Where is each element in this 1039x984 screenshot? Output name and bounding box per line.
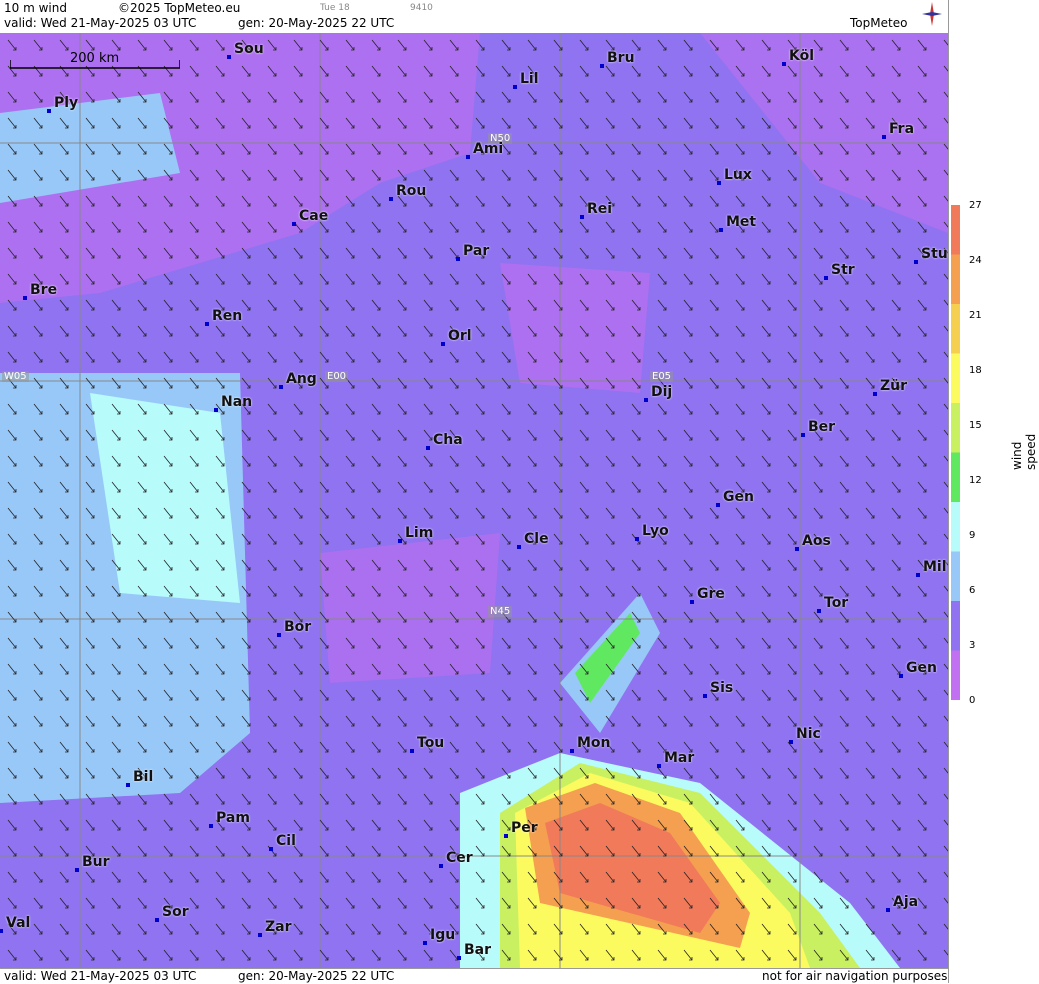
grid-label: W05 xyxy=(2,371,29,382)
city-label: Per xyxy=(504,820,538,838)
city-label: Ply xyxy=(46,95,79,113)
city-label: Fra xyxy=(881,121,915,139)
legend-tick: 6 xyxy=(969,585,976,596)
city-label: Zar xyxy=(258,919,292,937)
city-label: Bar xyxy=(456,942,492,960)
city-label: Ang xyxy=(279,371,317,389)
valid-time: valid: Wed 21-May-2025 03 UTC xyxy=(4,16,197,30)
city-label: Cae xyxy=(291,208,329,226)
city-label: Bur xyxy=(75,854,110,872)
city-label: Aos xyxy=(795,533,831,551)
city-label: Orl xyxy=(441,328,472,346)
grid-label: E05 xyxy=(650,371,674,382)
copyright: ©2025 TopMeteo.eu xyxy=(118,1,241,15)
legend-tick: 18 xyxy=(969,365,982,376)
city-label: Mon xyxy=(570,735,611,753)
legend-tick: 21 xyxy=(969,310,982,321)
city-label: Tou xyxy=(409,735,445,753)
colorbar-segment xyxy=(951,353,960,404)
wind-map[interactable]: 200 km N50 N45 W05 E00 E05 Sou Bru Köl P… xyxy=(0,33,948,968)
city-label: Lux xyxy=(717,167,752,185)
scale-bar: 200 km xyxy=(9,51,181,69)
city-label: Rou xyxy=(388,183,427,201)
city-label: Köl xyxy=(781,48,815,66)
city-label: Val xyxy=(0,915,31,933)
small-code: 9410 xyxy=(410,3,433,13)
city-label: Cer xyxy=(439,850,473,868)
city-label: Gen xyxy=(899,660,937,678)
city-label: Str xyxy=(824,262,855,280)
footer-valid: valid: Wed 21-May-2025 03 UTC xyxy=(4,969,197,983)
field-title: 10 m wind xyxy=(4,1,67,15)
city-label: Met xyxy=(718,214,757,232)
city-label: Zür xyxy=(872,378,908,396)
colorbar-segment xyxy=(951,452,960,503)
footer-gen: gen: 20-May-2025 22 UTC xyxy=(238,969,395,983)
legend-tick: 12 xyxy=(969,475,982,486)
city-label: Cil xyxy=(269,833,296,851)
colorbar-segment xyxy=(951,304,960,354)
city-label: Cha xyxy=(426,432,463,450)
colorbar-segment xyxy=(951,601,960,651)
city-label: Sor xyxy=(155,904,189,922)
colorbar-segment xyxy=(951,502,960,552)
city-label: Nic xyxy=(789,726,821,744)
legend-tick: 27 xyxy=(969,200,982,211)
header-bar: 10 m wind ©2025 TopMeteo.eu Tue 18 9410 … xyxy=(0,0,948,34)
city-label: Rei xyxy=(579,201,613,219)
city-label: Lil xyxy=(513,71,539,89)
city-label: Aja xyxy=(885,894,919,912)
city-label: Bil xyxy=(125,769,154,787)
colorbar-segment xyxy=(951,650,960,701)
city-label: Bre xyxy=(22,282,58,300)
footer-bar: valid: Wed 21-May-2025 03 UTC gen: 20-Ma… xyxy=(0,968,948,984)
colorbar-segment xyxy=(951,403,960,453)
city-label: Mar xyxy=(656,750,695,768)
colorbar-segment xyxy=(951,254,960,305)
city-label: Nan xyxy=(213,394,253,412)
colorbar xyxy=(951,205,960,701)
city-label: Ren xyxy=(204,308,243,326)
city-label: Lim xyxy=(397,525,434,543)
city-label: Ami xyxy=(465,141,504,159)
legend-tick: 24 xyxy=(969,255,982,266)
legend-title: wind speed [kt] xyxy=(1010,433,1039,470)
city-label: Cle xyxy=(517,531,549,549)
grid-label: E00 xyxy=(325,371,349,382)
scale-label: 200 km xyxy=(70,51,120,66)
legend-tick: 3 xyxy=(969,640,976,651)
city-label: Sis xyxy=(702,680,734,698)
city-label: Ber xyxy=(800,419,836,437)
city-label: Bru xyxy=(600,50,635,68)
city-label: Lyo xyxy=(635,523,669,541)
city-label: Dij xyxy=(643,384,673,402)
city-label: Bor xyxy=(276,619,312,637)
colorbar-segment xyxy=(951,205,960,255)
disclaimer: not for air navigation purposes xyxy=(762,969,948,983)
city-label: Igu xyxy=(422,927,456,945)
topmeteo-logo: TopMeteo xyxy=(842,2,942,32)
city-label: Par xyxy=(455,243,490,261)
city-label: Gre xyxy=(690,586,725,604)
brand-name: TopMeteo xyxy=(850,16,908,30)
legend-tick: 9 xyxy=(969,530,976,541)
gen-time: gen: 20-May-2025 22 UTC xyxy=(238,16,395,30)
wind-field xyxy=(0,33,948,968)
legend-tick: 15 xyxy=(969,420,982,431)
compass-icon xyxy=(922,2,942,26)
city-label: Stu xyxy=(914,246,948,264)
city-label: Sou xyxy=(227,41,264,59)
city-label: Mil xyxy=(916,559,947,577)
small-day: Tue 18 xyxy=(320,3,350,13)
legend-tick: 0 xyxy=(969,695,976,706)
city-label: Gen xyxy=(716,489,754,507)
color-legend: 27 24 21 18 15 12 9 6 3 0 xyxy=(948,0,1039,983)
grid-label: N45 xyxy=(488,606,513,617)
colorbar-segment xyxy=(951,551,960,602)
city-label: Pam xyxy=(209,810,250,828)
city-label: Tor xyxy=(816,595,849,613)
